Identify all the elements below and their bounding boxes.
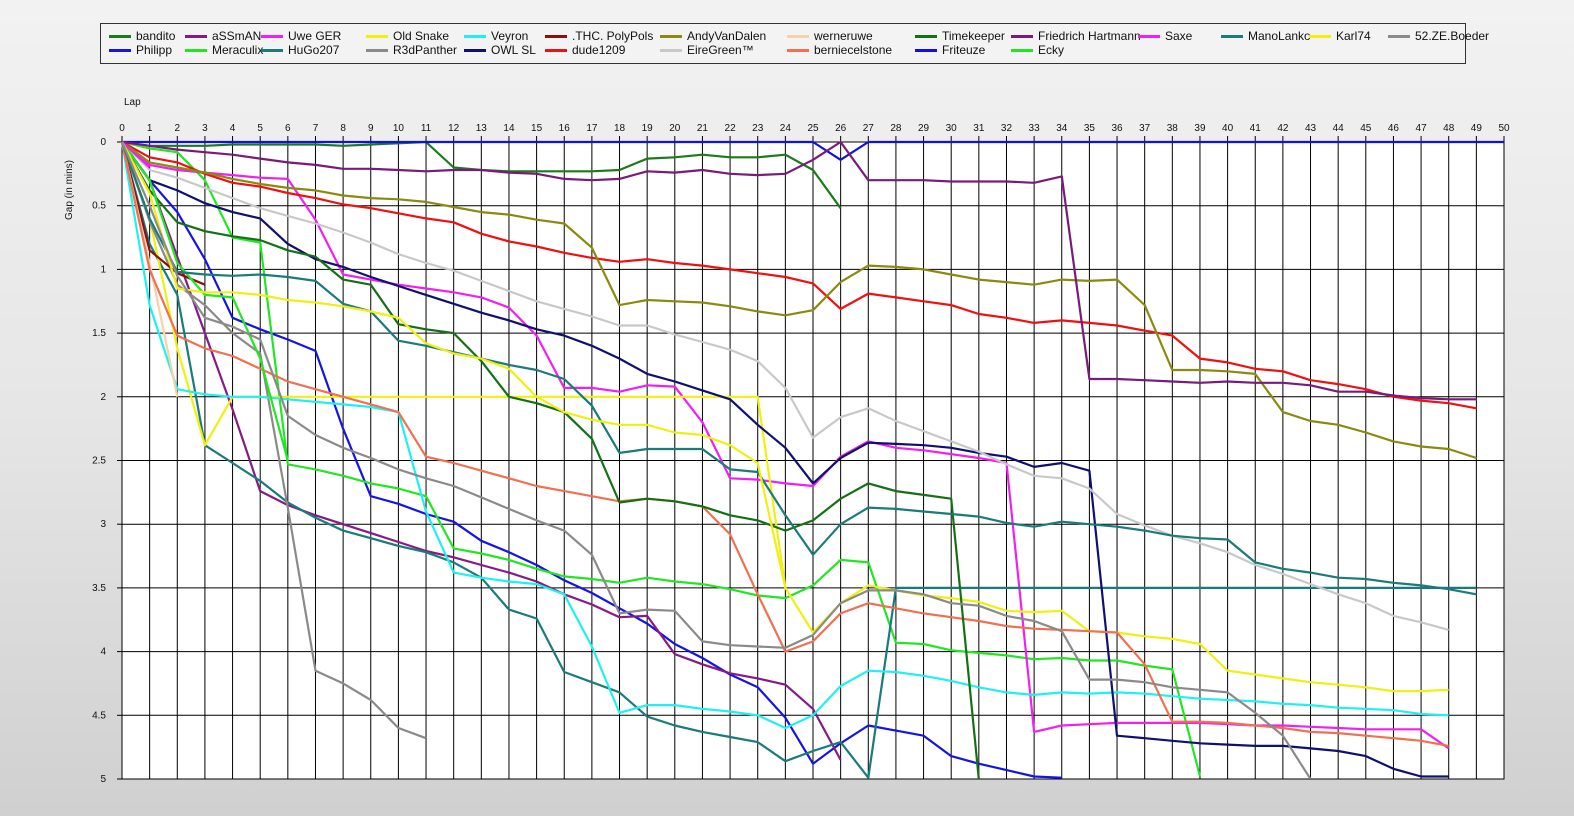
x-tick-label: 30 — [946, 123, 958, 134]
x-tick-label: 39 — [1194, 123, 1206, 134]
y-tick-label: 0.5 — [92, 201, 106, 212]
x-tick-label: 19 — [642, 123, 654, 134]
x-tick-label: 40 — [1222, 123, 1234, 134]
x-tick-label: 42 — [1277, 123, 1289, 134]
x-tick-label: 26 — [835, 123, 847, 134]
x-tick-label: 45 — [1360, 123, 1372, 134]
x-tick-label: 21 — [697, 123, 709, 134]
x-tick-label: 10 — [393, 123, 405, 134]
x-tick-label: 12 — [448, 123, 460, 134]
x-tick-label: 29 — [918, 123, 930, 134]
x-tick-label: 14 — [503, 123, 515, 134]
y-axis-ticks: 0 0.5 1 1.5 2 2.5 3 3.5 4 4.5 5 — [92, 137, 106, 785]
y-tick-label: 1 — [100, 264, 106, 275]
x-tick-label: 38 — [1167, 123, 1179, 134]
x-tick-label: 4 — [230, 123, 236, 134]
y-tick-label: 1.5 — [92, 328, 106, 339]
x-tick-label: 22 — [725, 123, 737, 134]
x-tick-label: 0 — [119, 123, 125, 134]
y-axis-title: Gap (in mins) — [64, 160, 75, 220]
x-tick-label: 13 — [476, 123, 488, 134]
x-tick-label: 46 — [1388, 123, 1400, 134]
x-tick-label: 3 — [202, 123, 208, 134]
x-tick-label: 25 — [807, 123, 819, 134]
x-tick-label: 48 — [1443, 123, 1455, 134]
x-axis-ticks: 0 1 2 3 4 5 6 7 8 9 10 11 12 13 14 15 16 17 18 19 20 21 22 23 24… — [119, 123, 1510, 134]
x-axis-title: Lap — [124, 97, 141, 108]
x-tick-label: 41 — [1250, 123, 1262, 134]
x-tick-label: 15 — [531, 123, 543, 134]
x-tick-label: 8 — [340, 123, 346, 134]
x-tick-label: 44 — [1333, 123, 1345, 134]
y-tick-label: 3 — [100, 519, 106, 530]
y-tick-label: 3.5 — [92, 583, 106, 594]
x-tick-label: 31 — [973, 123, 985, 134]
x-tick-label: 43 — [1305, 123, 1317, 134]
y-tick-label: 2 — [100, 392, 106, 403]
y-tick-label: 5 — [100, 774, 106, 785]
x-tick-label: 34 — [1056, 123, 1068, 134]
x-tick-label: 1 — [147, 123, 153, 134]
x-tick-label: 16 — [559, 123, 571, 134]
x-tick-label: 37 — [1139, 123, 1151, 134]
x-tick-label: 7 — [313, 123, 319, 134]
x-tick-label: 9 — [368, 123, 374, 134]
x-tick-label: 47 — [1416, 123, 1428, 134]
x-tick-label: 20 — [669, 123, 681, 134]
x-tick-label: 11 — [421, 123, 432, 134]
y-tick-label: 0 — [100, 137, 106, 148]
x-tick-label: 36 — [1111, 123, 1123, 134]
x-tick-label: 17 — [586, 123, 598, 134]
x-tick-label: 6 — [285, 123, 291, 134]
x-tick-label: 23 — [752, 123, 764, 134]
x-tick-label: 27 — [863, 123, 875, 134]
y-tick-label: 2.5 — [92, 456, 106, 467]
x-tick-label: 28 — [890, 123, 902, 134]
x-tick-label: 49 — [1471, 123, 1483, 134]
x-tick-label: 35 — [1084, 123, 1096, 134]
x-tick-label: 5 — [257, 123, 263, 134]
x-tick-label: 24 — [780, 123, 792, 134]
x-tick-label: 18 — [614, 123, 626, 134]
y-tick-label: 4 — [100, 647, 106, 658]
x-tick-label: 2 — [174, 123, 180, 134]
gap-chart: 0 1 2 3 4 5 6 7 8 9 10 11 12 13 14 15 16 17 18 19 20 21 22 23 24… — [64, 97, 1510, 785]
y-tick-label: 4.5 — [92, 710, 106, 721]
x-tick-label: 50 — [1498, 123, 1510, 134]
x-tick-label: 33 — [1029, 123, 1041, 134]
x-tick-label: 32 — [1001, 123, 1013, 134]
